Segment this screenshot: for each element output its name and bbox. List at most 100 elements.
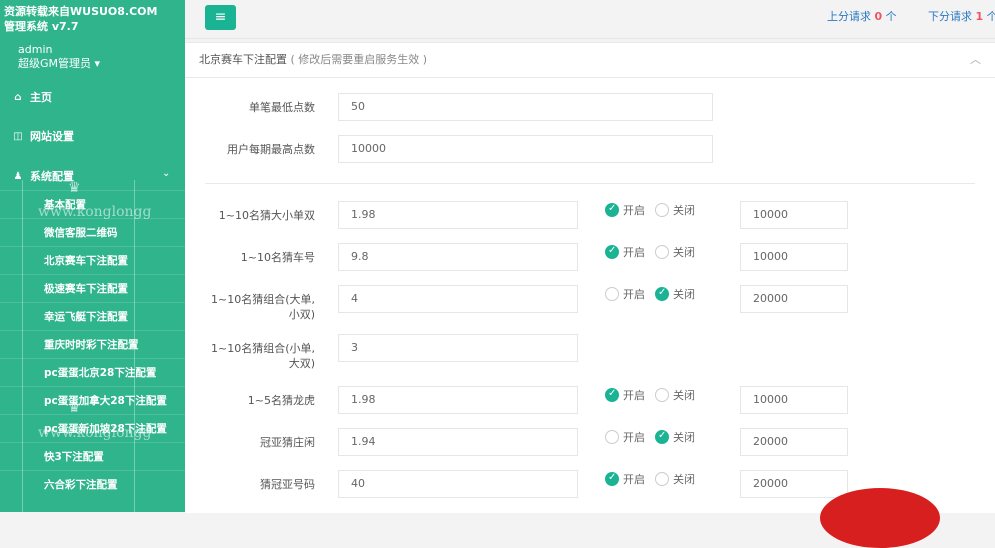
disable-label: 关闭 [673,288,695,301]
up-request-label: 上分请求 [827,10,871,23]
disable-radio[interactable] [655,430,669,444]
down-request-label: 下分请求 [928,10,972,23]
disable-radio[interactable] [655,388,669,402]
odds-label-line2: 小双) [288,308,315,321]
disable-label: 关闭 [673,389,695,402]
crown-icon: ♛ [68,180,81,196]
sidebar-item-home[interactable]: ⌂ 主页 [12,89,52,105]
odds-label: 1~5名猜龙虎 [247,394,315,407]
limit-input[interactable]: 20000 [740,285,848,313]
disable-radio[interactable] [655,287,669,301]
user-role-dropdown[interactable]: 超级GM管理员 ▾ [18,55,100,71]
columns-icon: ◫ [13,130,23,142]
down-request-count: 1 [975,10,984,23]
limit-input[interactable]: 20000 [740,428,848,456]
caret-down-icon: ▾ [91,57,101,70]
sub-item-pc-ca28[interactable]: pc蛋蛋加拿大28下注配置 [0,386,185,414]
menu-toggle-button[interactable]: ≡ [205,5,236,30]
odds-label: 猜冠亚号码 [260,478,315,491]
enable-radio[interactable] [605,472,619,486]
odds-label: 冠亚猜庄闲 [260,436,315,449]
sidebar-item-label: 网站设置 [30,130,74,143]
sub-item-bj-racing[interactable]: 北京赛车下注配置 [0,246,185,274]
sub-item-pc-bj28[interactable]: pc蛋蛋北京28下注配置 [0,358,185,386]
limit-input[interactable]: 10000 [740,201,848,229]
min-points-label: 单笔最低点数 [249,101,315,114]
down-request-unit: 个 [986,10,995,23]
up-request-unit: 个 [885,10,897,23]
enable-radio-group: 开启 关闭 [605,244,701,260]
max-points-input[interactable]: 10000 [338,135,713,163]
enable-label: 开启 [623,473,645,486]
up-request-link[interactable]: 上分请求 0 个 [827,8,897,24]
limit-input[interactable]: 10000 [740,243,848,271]
odds-label: 1~10名猜大小单双 [218,209,315,222]
odds-label: 1~10名猜车号 [240,251,315,264]
odds-input[interactable]: 1.94 [338,428,578,456]
odds-label-line2: 大双) [288,357,315,370]
disable-label: 关闭 [673,473,695,486]
watermark: www.konglongg [38,204,152,220]
odds-label-line1: 1~10名猜组合(大单, [210,293,315,306]
up-request-count: 0 [874,10,883,23]
enable-radio-group: 开启 关闭 [605,202,701,218]
enable-label: 开启 [623,204,645,217]
panel-title: 北京赛车下注配置 [199,53,287,66]
limit-input[interactable]: 20000 [740,470,848,498]
enable-radio[interactable] [605,245,619,259]
chevron-up-icon[interactable]: ︿ [970,43,981,77]
sidebar-item-label: 主页 [30,91,52,104]
odds-input[interactable]: 1.98 [338,386,578,414]
sub-item-wechat-qrcode[interactable]: 微信客服二维码 [0,218,185,246]
odds-input[interactable]: 4 [338,285,578,313]
enable-radio-group: 开启 关闭 [605,429,701,445]
min-points-input[interactable]: 50 [338,93,713,121]
odds-label: 1~10名猜组合(小单, 大双) [185,341,315,371]
panel-header: 北京赛车下注配置 ( 修改后需要重启服务生效 ) ︿ [185,43,995,78]
hamburger-icon: ≡ [214,9,227,25]
brand: 资源转载来自WUSUO8.COM 管理系统 v7.7 [4,4,157,34]
down-request-link[interactable]: 下分请求 1 个 [928,8,995,24]
enable-label: 开启 [623,288,645,301]
enable-radio-group: 开启 关闭 [605,471,701,487]
enable-radio[interactable] [605,203,619,217]
enable-radio-group: 开启 关闭 [605,387,701,403]
odds-label-line1: 1~10名猜组合(小单, [210,342,315,355]
disable-label: 关闭 [673,204,695,217]
odds-input[interactable]: 1.98 [338,201,578,229]
enable-label: 开启 [623,389,645,402]
sidebar: 资源转载来自WUSUO8.COM 管理系统 v7.7 admin 超级GM管理员… [0,0,185,512]
max-points-label: 用户每期最高点数 [227,143,315,156]
disable-radio[interactable] [655,203,669,217]
sub-item-lucky-airship[interactable]: 幸运飞艇下注配置 [0,302,185,330]
enable-radio-group: 开启 关闭 [605,286,701,302]
enable-radio[interactable] [605,430,619,444]
divider [205,183,975,184]
sub-item-cq-ssc[interactable]: 重庆时时彩下注配置 [0,330,185,358]
sub-item-k3[interactable]: 快3下注配置 [0,442,185,470]
panel-note: ( 修改后需要重启服务生效 ) [290,53,428,66]
odds-label: 1~10名猜组合(大单, 小双) [185,292,315,322]
disable-radio[interactable] [655,245,669,259]
sub-item-mark-six[interactable]: 六合彩下注配置 [0,470,185,498]
disable-radio[interactable] [655,472,669,486]
crown-icon: ♛ [68,400,81,416]
red-seal-stamp [820,488,940,548]
top-bar: ≡ 上分请求 0 个 下分请求 1 个 [185,0,995,39]
enable-radio[interactable] [605,388,619,402]
brand-line2: 管理系统 v7.7 [4,20,79,33]
enable-label: 开启 [623,246,645,259]
disable-label: 关闭 [673,431,695,444]
odds-input[interactable]: 9.8 [338,243,578,271]
enable-radio[interactable] [605,287,619,301]
odds-input[interactable]: 40 [338,470,578,498]
sub-item-speed-racing[interactable]: 极速赛车下注配置 [0,274,185,302]
enable-label: 开启 [623,431,645,444]
odds-input[interactable]: 3 [338,334,578,362]
home-icon: ⌂ [14,91,22,103]
limit-input[interactable]: 10000 [740,386,848,414]
chevron-down-icon[interactable]: ⌄ [162,168,170,179]
sidebar-item-site-settings[interactable]: ◫ 网站设置 [12,128,74,144]
brand-line1: 资源转载来自WUSUO8.COM [4,5,158,18]
disable-label: 关闭 [673,246,695,259]
